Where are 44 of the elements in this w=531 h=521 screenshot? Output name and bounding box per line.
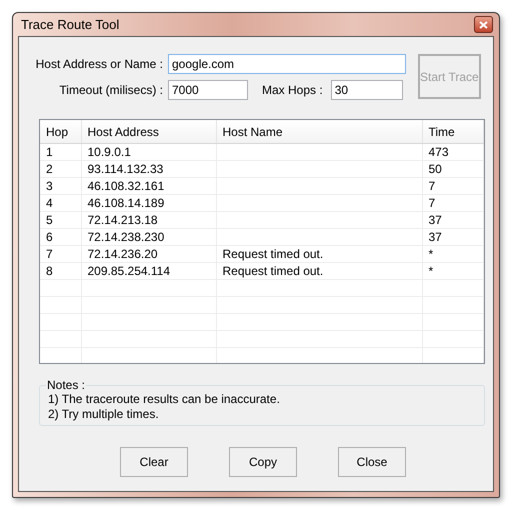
table-cell: 10.9.0.1 [81, 144, 216, 160]
notes-title: Notes : [46, 378, 86, 392]
note-text: 1) The traceroute results can be inaccurate. [48, 392, 281, 407]
host-field[interactable]: google.com [168, 54, 406, 74]
table-cell: 37 [422, 212, 484, 228]
table-cell: 50 [422, 160, 484, 178]
table-cell: 72.14.236.20 [81, 246, 216, 262]
table-cell: 3 [40, 178, 81, 194]
table-cell: 209.85.254.114 [81, 262, 216, 280]
note-text: 2) Try multiple times. [48, 407, 160, 422]
table-cell: 8 [40, 262, 81, 280]
table-cell: 7 [422, 178, 484, 194]
table-cell: 7 [40, 246, 81, 262]
table-cell: * [422, 262, 484, 280]
max-hops-label: Max Hops : [262, 83, 323, 97]
dialog-button[interactable]: Close [338, 447, 406, 477]
host-label: Host Address or Name : [34, 57, 164, 71]
table-cell: 1 [40, 144, 81, 160]
table-cell: 46.108.32.161 [81, 178, 216, 194]
table-cell: Request timed out. [216, 246, 422, 262]
table-cell: 37 [422, 228, 484, 246]
table-cell: 72.14.238.230 [81, 228, 216, 246]
table-cell: 93.114.132.33 [81, 160, 216, 178]
table-cell: 5 [40, 212, 81, 228]
table-cell: * [422, 246, 484, 262]
column-header[interactable]: Host Address [81, 120, 216, 144]
column-header[interactable]: Hop [40, 120, 81, 144]
table-cell: 4 [40, 194, 81, 212]
close-icon[interactable] [474, 16, 493, 33]
column-header[interactable]: Host Name [216, 120, 422, 144]
table-cell: 72.14.213.18 [81, 212, 216, 228]
table-cell: Request timed out. [216, 262, 422, 280]
column-header[interactable]: Time [422, 120, 484, 144]
timeout-label: Timeout (milisecs) : [58, 83, 164, 97]
table-cell: 2 [40, 160, 81, 178]
table-cell: 7 [422, 194, 484, 212]
window-title: Trace Route Tool [21, 17, 120, 32]
table-cell: 473 [422, 144, 484, 160]
timeout-field[interactable]: 7000 [168, 80, 248, 100]
table-cell: 46.108.14.189 [81, 194, 216, 212]
max-hops-field[interactable]: 30 [330, 80, 403, 100]
dialog-button[interactable]: Clear [120, 447, 188, 477]
table-cell: 6 [40, 228, 81, 246]
dialog-button[interactable]: Copy [229, 447, 297, 477]
